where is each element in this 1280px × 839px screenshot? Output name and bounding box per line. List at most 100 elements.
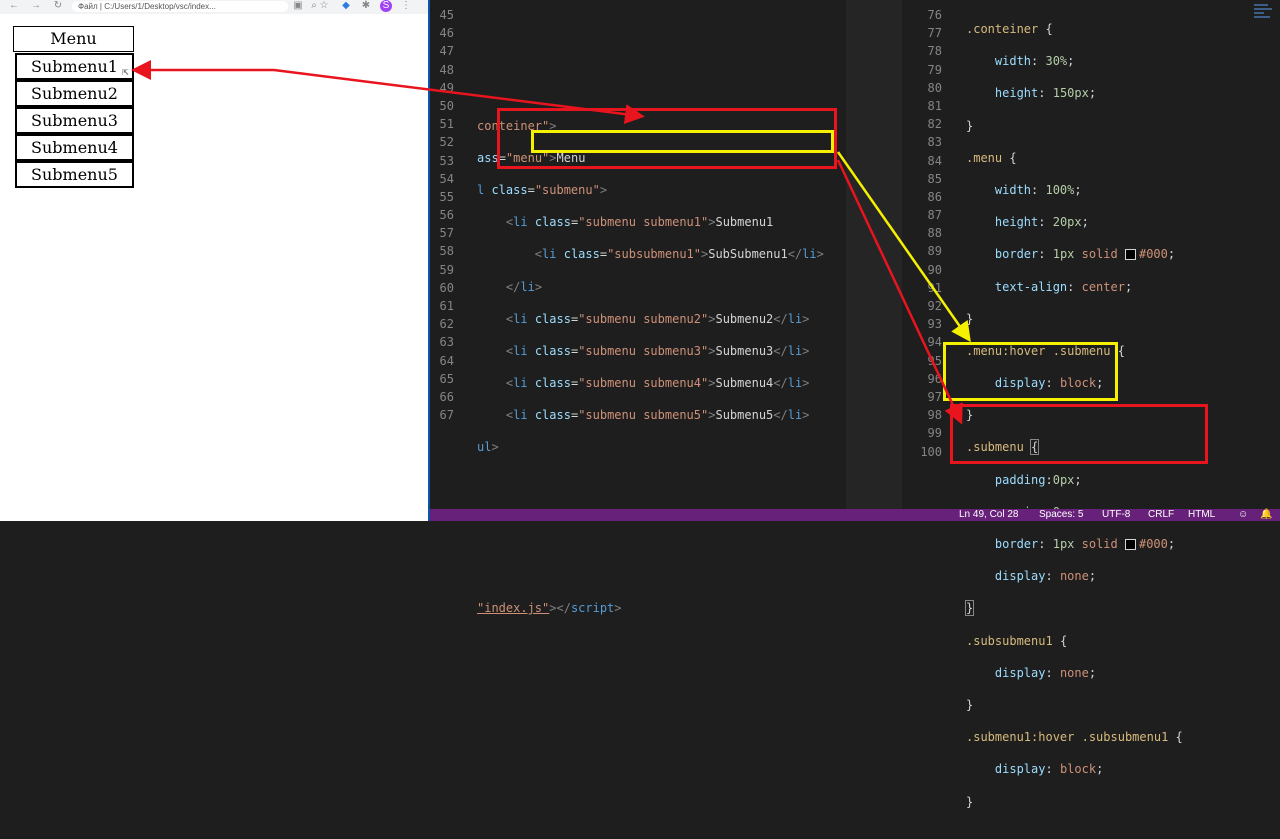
line-number: 59 — [439, 262, 454, 277]
line-number: 67 — [439, 408, 454, 423]
line-number: 87 — [927, 208, 942, 223]
css-line-numbers: 76 77 78 79 80 81 82 83 84 85 86 87 88 89 90 91 92 93 94 95… — [914, 6, 942, 461]
status-bar: Ln 49, Col 28 Spaces: 5 UTF-8 CRLF HTML … — [430, 509, 1280, 521]
css-code[interactable]: .conteiner { width: 30%; height: 150px; … — [964, 6, 1183, 839]
line-number: 92 — [927, 299, 942, 313]
more-menu-icon[interactable]: ⋮ — [400, 0, 412, 12]
line-number: 94 — [927, 335, 942, 350]
color-swatch-icon[interactable] — [1124, 539, 1136, 550]
extensions-puzzle-icon[interactable]: ✱ — [360, 0, 372, 12]
line-number: 62 — [439, 317, 454, 332]
line-number: 56 — [439, 208, 454, 223]
line-ending[interactable]: CRLF — [1148, 509, 1174, 521]
translate-icon[interactable]: ▣ — [292, 0, 304, 12]
code-line: .submenu { — [966, 439, 1040, 456]
line-number: 49 — [439, 80, 454, 95]
editor-split-divider[interactable] — [846, 0, 902, 511]
line-number: 76 — [927, 8, 942, 22]
notifications-bell-icon[interactable]: 🔔 — [1260, 509, 1272, 521]
submenu-item-3[interactable]: Submenu3 — [15, 107, 134, 134]
code-line: display: block; — [994, 762, 1104, 777]
menu-block[interactable]: Menu — [13, 26, 134, 52]
bookmark-star-icon[interactable]: ☆ — [318, 0, 330, 12]
line-number: 100 — [920, 444, 942, 459]
code-line: } — [966, 794, 974, 809]
feedback-icon[interactable]: ☺ — [1238, 509, 1248, 521]
profile-avatar-icon[interactable]: S — [380, 0, 392, 12]
css-editor-pane: 76 77 78 79 80 81 82 83 84 85 86 87 88 89 90 91 92 93 94 95… — [902, 0, 1280, 809]
line-number: 89 — [927, 244, 942, 259]
line-number: 46 — [439, 26, 454, 41]
code-line: l class="submenu"> — [477, 182, 608, 197]
line-number: 83 — [927, 135, 942, 150]
code-line: "index.js"></script> — [477, 601, 622, 616]
page-viewport: Menu Submenu1 Submenu2 Submenu3 Submenu4… — [0, 14, 428, 521]
line-number: 81 — [927, 98, 942, 113]
submenu-item-1[interactable]: Submenu1 — [15, 53, 134, 80]
color-swatch-icon[interactable] — [1124, 249, 1136, 261]
line-number: 97 — [927, 389, 942, 404]
code-line: .subsubmenu1 { — [966, 633, 1068, 648]
line-number: 65 — [439, 371, 454, 386]
line-number: 84 — [927, 153, 942, 168]
line-number: 58 — [439, 244, 454, 259]
code-line: display: none; — [994, 569, 1097, 584]
code-line: .submenu1:hover .subsubmenu1 { — [966, 730, 1183, 745]
html-line-numbers: 45 46 47 48 49 50 51 52 53 54 55 56 57 58 59 60 61 62 63 64… — [430, 6, 454, 424]
cursor-position[interactable]: Ln 49, Col 28 — [959, 509, 1019, 521]
code-line: height: 20px; — [994, 215, 1089, 230]
code-editor: 45 46 47 48 49 50 51 52 53 54 55 56 57 58 59 60 61 62 63 64… — [430, 0, 1280, 809]
extension-icon[interactable]: ◆ — [340, 0, 352, 12]
line-number: 82 — [927, 117, 942, 132]
submenu-item-4[interactable]: Submenu4 — [15, 134, 134, 161]
line-number: 48 — [439, 62, 454, 77]
code-line: } — [964, 600, 975, 617]
submenu-item-5[interactable]: Submenu5 — [15, 161, 134, 188]
code-line: <li class="submenu submenu3">Submenu3</l… — [505, 343, 810, 358]
line-number: 80 — [927, 80, 942, 95]
line-number: 88 — [927, 226, 942, 241]
line-number: 64 — [439, 353, 454, 368]
file-encoding[interactable]: UTF-8 — [1102, 509, 1130, 521]
browser-window: ← → ↻ Файл | C:/Users/1/Desktop/vsc/inde… — [0, 0, 430, 521]
address-bar[interactable]: Файл | C:/Users/1/Desktop/vsc/index... — [72, 1, 288, 12]
line-number: 98 — [927, 408, 942, 423]
line-number: 99 — [927, 426, 942, 441]
code-line: .menu:hover .submenu { — [966, 343, 1125, 358]
code-line: ul> — [477, 440, 499, 455]
code-line: } — [966, 311, 974, 326]
line-number: 96 — [927, 371, 942, 386]
minimap[interactable] — [1250, 0, 1280, 511]
code-line: <li class="submenu submenu5">Submenu5</l… — [505, 408, 810, 423]
line-number: 45 — [439, 8, 454, 22]
line-number: 47 — [439, 44, 454, 59]
code-line: padding:0px; — [994, 472, 1082, 487]
indentation-spaces[interactable]: Spaces: 5 — [1039, 509, 1083, 521]
minimap-line — [1254, 4, 1268, 6]
code-line: border: 1px solid #000; — [994, 247, 1176, 262]
language-mode[interactable]: HTML — [1188, 509, 1215, 521]
line-number: 66 — [439, 389, 454, 404]
line-number: 57 — [439, 226, 454, 241]
line-number: 93 — [927, 317, 942, 332]
line-number: 50 — [439, 98, 454, 113]
submenu-item-2[interactable]: Submenu2 — [15, 80, 134, 107]
line-number: 85 — [927, 171, 942, 186]
code-line: <li class="submenu submenu1">Submenu1 — [505, 215, 774, 230]
line-number: 95 — [927, 353, 942, 368]
forward-icon[interactable]: → — [30, 0, 42, 12]
html-code[interactable]: conteiner"> ass="menu">Menu l class="sub… — [477, 6, 824, 774]
back-icon[interactable]: ← — [8, 0, 20, 12]
reload-icon[interactable]: ↻ — [52, 0, 64, 12]
line-number: 61 — [439, 299, 454, 313]
minimap-line — [1254, 12, 1264, 14]
code-line: <li class="subsubmenu1">SubSubmenu1</li> — [534, 247, 824, 262]
